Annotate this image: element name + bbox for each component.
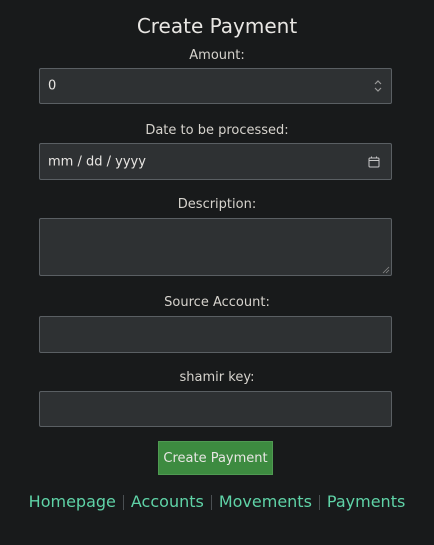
- date-label: Date to be processed:: [145, 123, 289, 138]
- footer-nav: Homepage Accounts Movements Payments: [0, 491, 434, 513]
- source-account-label: Source Account:: [164, 295, 270, 310]
- page-title: Create Payment: [136, 14, 298, 38]
- amount-value: 0: [48, 78, 57, 94]
- amount-input[interactable]: 0: [39, 68, 392, 104]
- amount-label: Amount:: [189, 48, 245, 63]
- create-payment-button[interactable]: Create Payment: [158, 441, 273, 475]
- resize-handle-icon[interactable]: [382, 266, 390, 274]
- calendar-icon[interactable]: [368, 156, 380, 168]
- nav-link-payments[interactable]: Payments: [320, 491, 412, 513]
- shamir-key-input[interactable]: [39, 391, 392, 427]
- source-account-input[interactable]: [39, 316, 392, 353]
- create-payment-page: Create Payment Amount: 0 Date to be proc…: [0, 0, 434, 545]
- date-placeholder: mm / dd / yyyy: [48, 154, 146, 169]
- description-label: Description:: [177, 197, 257, 212]
- shamir-key-label: shamir key:: [179, 370, 255, 385]
- spin-up-down-icon[interactable]: [373, 79, 383, 93]
- nav-link-accounts[interactable]: Accounts: [124, 491, 211, 513]
- description-textarea[interactable]: [39, 218, 392, 276]
- nav-link-movements[interactable]: Movements: [212, 491, 319, 513]
- date-input[interactable]: mm / dd / yyyy: [39, 143, 392, 180]
- nav-link-homepage[interactable]: Homepage: [22, 491, 123, 513]
